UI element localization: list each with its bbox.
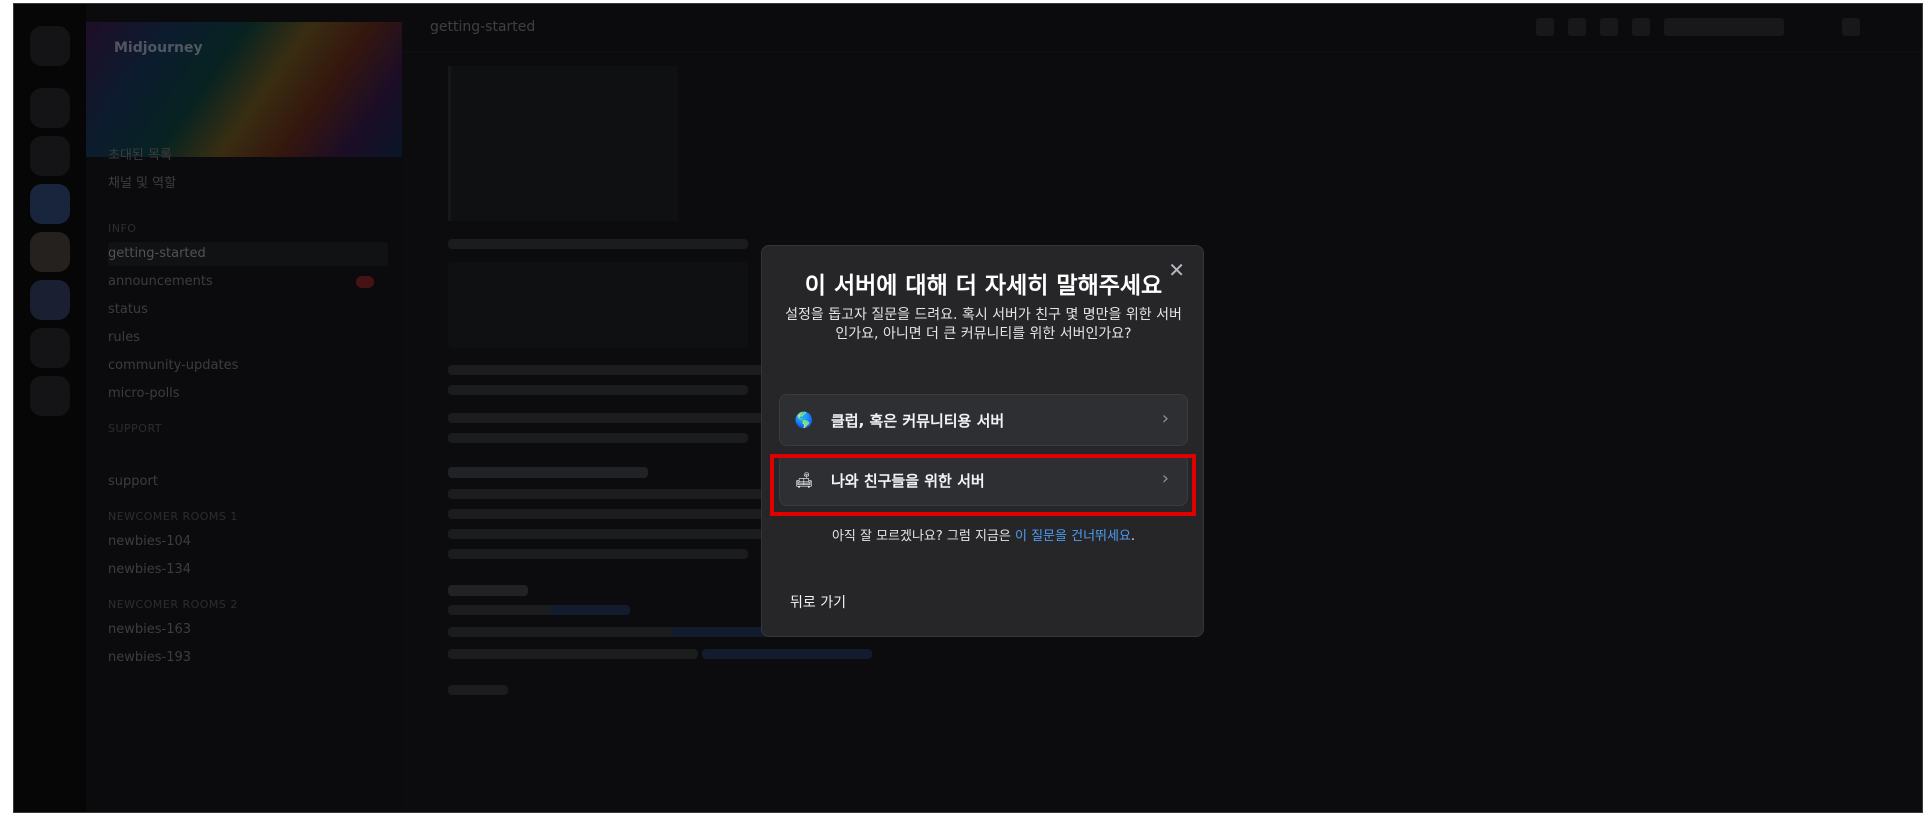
option-label: 클럽, 혹은 커뮤니티용 서버	[831, 412, 1005, 430]
highlight-box	[770, 454, 1196, 516]
skip-prefix: 아직 잘 모르겠나요? 그럼 지금은	[831, 529, 1011, 544]
modal-description: 설정을 돕고자 질문을 드려요. 혹시 서버가 친구 몇 명만을 위한 서버인가…	[785, 307, 1182, 342]
modal-title: 이 서버에 대해 더 자세히 말해주세요	[804, 273, 1163, 299]
skip-suffix: .	[1130, 529, 1136, 544]
skip-question-link[interactable]: 이 질문을 건너뛰세요	[1015, 529, 1131, 544]
discord-window: Midjourney 초대된 목록 채널 및 역할 INFO getting-s…	[13, 3, 1923, 813]
server-setup-modal: ✕ 이 서버에 대해 더 자세히 말해주세요 설정을 돕고자 질문을 드려요. …	[761, 245, 1204, 637]
option-club-community[interactable]: 🌎 클럽, 혹은 커뮤니티용 서버 ›	[779, 394, 1188, 446]
back-button[interactable]: 뒤로 가기	[790, 592, 846, 612]
globe-icon: 🌎	[794, 411, 814, 429]
skip-question-text: 아직 잘 모르겠나요? 그럼 지금은 이 질문을 건너뛰세요.	[762, 525, 1205, 544]
chevron-right-icon: ›	[1161, 408, 1169, 429]
